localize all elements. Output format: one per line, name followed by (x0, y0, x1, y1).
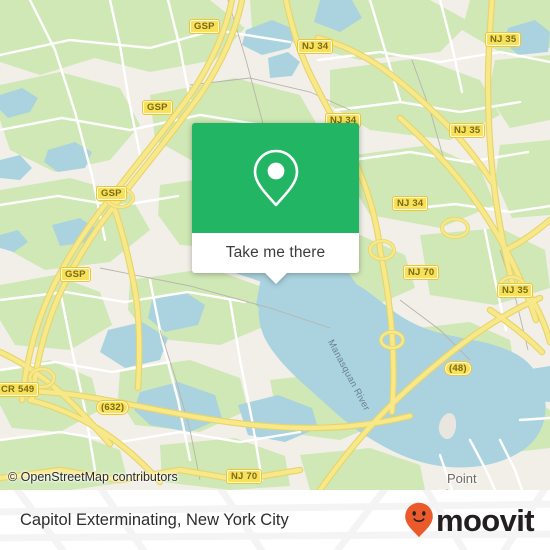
osm-attribution[interactable]: © OpenStreetMap contributors (0, 466, 550, 490)
highway-shield: GSP (142, 100, 173, 115)
page-title: Capitol Exterminating, New York City (20, 510, 289, 529)
location-popup-card[interactable]: Take me there (192, 123, 359, 284)
popup-pointer (264, 273, 287, 284)
page-footer-bar: Capitol Exterminating, New York City moo… (0, 490, 550, 550)
highway-shield: NJ 70 (403, 265, 440, 280)
highway-shield: (632) (96, 400, 130, 415)
highway-shield: NJ 34 (297, 39, 334, 54)
highway-shield: NJ 35 (485, 32, 522, 47)
highway-shield: GSP (60, 267, 91, 282)
moovit-wordmark: moovit (435, 502, 535, 538)
highway-shield: NJ 35 (497, 283, 534, 298)
moovit-map-page: GSP NJ 34 NJ 35 GSP NJ 34 NJ 35 GSP NJ 34 GSP NJ … (0, 0, 550, 550)
popup-footer[interactable]: Take me there (192, 233, 359, 284)
moovit-logo[interactable]: moovit (404, 502, 535, 538)
highway-shield: NJ 34 (392, 196, 429, 211)
take-me-there-label: Take me there (225, 244, 326, 261)
map-canvas[interactable]: GSP NJ 34 NJ 35 GSP NJ 34 NJ 35 GSP NJ 34 GSP NJ … (0, 0, 550, 490)
popup-header (192, 123, 359, 233)
highway-shield: GSP (96, 186, 127, 201)
moovit-pin-smiley-icon (405, 502, 433, 538)
highway-shield: CR 549 (0, 382, 40, 397)
highway-shield: NJ 35 (449, 123, 486, 138)
map-pin-icon (253, 149, 298, 207)
highway-shield: GSP (189, 19, 220, 34)
highway-shield: (48) (444, 361, 472, 376)
